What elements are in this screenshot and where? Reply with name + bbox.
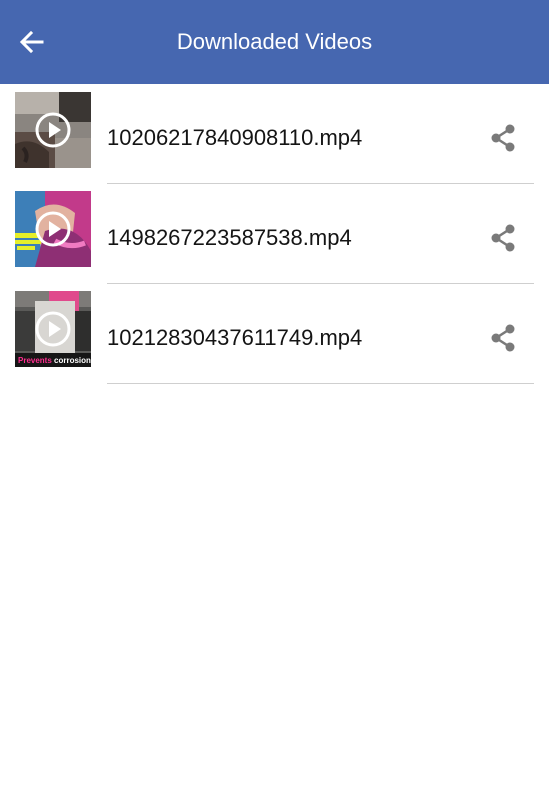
video-list-item[interactable]: 10206217840908110.mp4	[0, 84, 549, 184]
video-list-item[interactable]: Prevents corrosion 10212830437611749.mp4	[0, 284, 549, 384]
share-button[interactable]	[486, 121, 520, 155]
video-filename: 10206217840908110.mp4	[107, 125, 363, 150]
video-thumbnail[interactable]: Prevents corrosion	[15, 291, 91, 367]
play-circle-icon	[35, 112, 71, 148]
thumbnail-caption: Prevents corrosion	[18, 356, 91, 365]
video-filename: 1498267223587538.mp4	[107, 225, 352, 250]
share-button[interactable]	[486, 321, 520, 355]
app-toolbar: Downloaded Videos	[0, 0, 549, 84]
share-icon	[491, 324, 515, 352]
play-circle-icon	[35, 211, 71, 247]
video-list: 10206217840908110.mp4 1498267223587538.m…	[0, 84, 549, 384]
share-icon	[491, 224, 515, 252]
video-thumbnail[interactable]	[15, 191, 91, 267]
video-thumbnail[interactable]	[15, 92, 91, 168]
share-icon	[491, 124, 515, 152]
video-filename: 10212830437611749.mp4	[107, 325, 363, 350]
app-screen: Downloaded Videos 10206217840908110.mp4 …	[0, 0, 549, 800]
share-button[interactable]	[486, 221, 520, 255]
row-divider	[107, 383, 534, 384]
video-list-item[interactable]: 1498267223587538.mp4	[0, 184, 549, 284]
play-circle-icon	[35, 311, 71, 347]
page-title: Downloaded Videos	[176, 29, 373, 54]
